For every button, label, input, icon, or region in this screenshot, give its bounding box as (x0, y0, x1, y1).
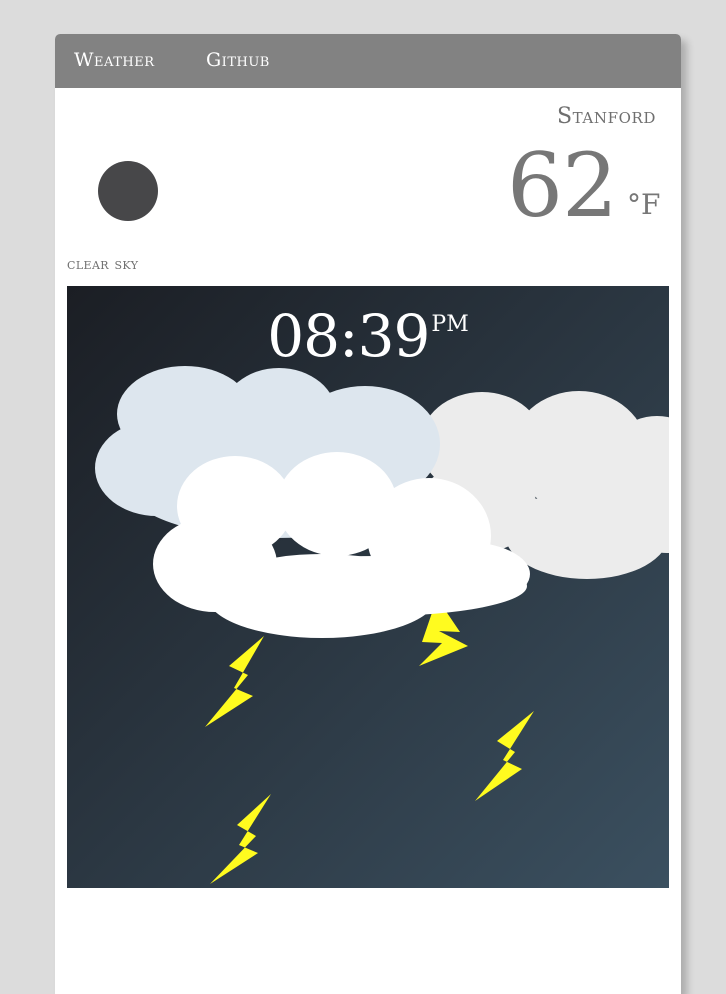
temperature-value: 62 (507, 134, 618, 237)
navbar: Weather Github (55, 34, 681, 88)
clock-ampm: PM (431, 312, 469, 337)
weather-description: clear sky (67, 254, 139, 273)
city-name: Stanford (556, 104, 656, 129)
nav-link-github[interactable]: Github (206, 49, 270, 71)
clock-display: 08:39PM (67, 302, 669, 370)
thunderstorm-illustration (67, 286, 669, 888)
weather-scene: 08:39PM (67, 286, 669, 888)
weather-card: Weather Github Stanford 62 °F clear sky (55, 34, 681, 994)
clock-time: 08:39 (267, 302, 430, 370)
temperature-unit: °F (627, 188, 661, 221)
nav-link-weather[interactable]: Weather (74, 49, 154, 71)
dark-circle-icon (98, 161, 158, 221)
